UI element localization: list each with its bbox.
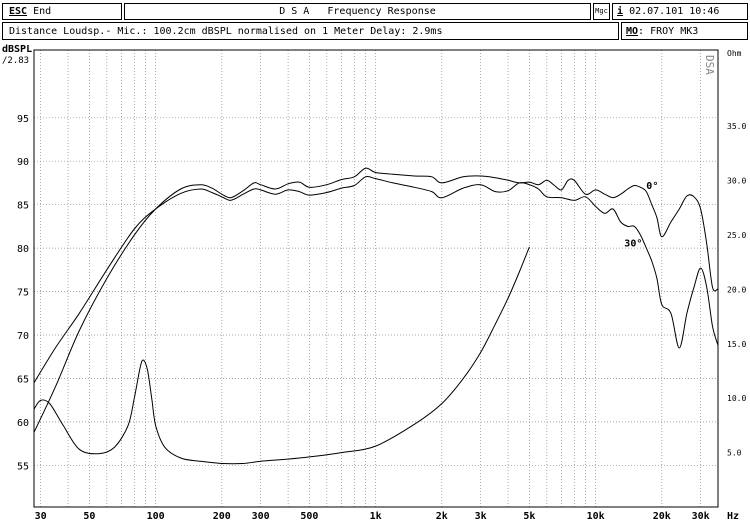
x-tick-label: 5k (523, 511, 535, 522)
y-tick-label: 60 (17, 418, 29, 429)
x-tick-label: 100 (147, 511, 165, 522)
x-tick-label: 2k (436, 511, 448, 522)
x-tick-label: 300 (252, 511, 270, 522)
curves (33, 167, 719, 465)
x-tick-label: 30k (692, 511, 710, 522)
y-axis-label: dBSPL (2, 44, 32, 55)
x-tick-label: 500 (300, 511, 318, 522)
axis-labels: dBSPL /2.83 Ohm Hz DSA 30 50 100 200 300 500 1… (2, 44, 746, 522)
y2-tick-label: 30.0 (727, 177, 746, 186)
watermark-text: DSA (703, 55, 716, 75)
y-tick-label: 95 (17, 114, 29, 125)
y2-tick-label: 15.0 (727, 340, 746, 349)
x-tick-label: 20k (653, 511, 671, 522)
page-title: D S A Frequency Response (279, 6, 436, 17)
end-label: End (33, 6, 52, 17)
y2-axis-label: Ohm (727, 49, 742, 58)
frequency-response-chart: dBSPL /2.83 Ohm Hz DSA 30 50 100 200 300 500 1… (2, 44, 746, 522)
measurement-info: Distance Loudsp.- Mic.: 100.2cm dBSPL no… (9, 26, 443, 37)
plot-frame (33, 49, 719, 508)
esc-end-box[interactable]: ESC End (2, 3, 122, 20)
y2-tick-label: 35.0 (727, 122, 746, 131)
curve-annotation: 0° (646, 181, 658, 192)
y-tick-label: 85 (17, 201, 29, 212)
y-tick-label: 70 (17, 331, 29, 342)
series-line-1 (33, 175, 719, 384)
model-box[interactable]: MO: FROY MK3 (621, 22, 748, 40)
curve-annotation: 30° (624, 238, 642, 249)
mgc-label: Mgc (595, 7, 608, 15)
y2-tick-label: 5.0 (727, 449, 742, 458)
title-box: D S A Frequency Response (124, 3, 591, 20)
series-line-2 (33, 246, 530, 465)
x-tick-label: 50 (83, 511, 95, 522)
y2-tick-label: 25.0 (727, 231, 746, 240)
esc-key: ESC (9, 6, 28, 17)
x-tick-label: 1k (370, 511, 382, 522)
info-datetime-box[interactable]: i 02.07.101 10:46 (612, 3, 748, 20)
y-offset-label: /2.83 (2, 56, 29, 66)
y2-tick-label: 10.0 (727, 394, 746, 403)
y-tick-label: 90 (17, 157, 29, 168)
mo-key: MO (626, 26, 639, 37)
x-tick-label: 3k (475, 511, 487, 522)
info-icon: i (617, 6, 624, 17)
y-tick-label: 65 (17, 374, 29, 385)
series-line-0 (33, 167, 719, 433)
x-axis-label: Hz (727, 511, 739, 522)
datetime: 02.07.101 10:46 (629, 6, 720, 17)
subtitle-box: Distance Loudsp.- Mic.: 100.2cm dBSPL no… (2, 22, 619, 40)
x-tick-label: 30 (35, 511, 47, 522)
y-tick-label: 75 (17, 288, 29, 299)
x-tick-label: 10k (587, 511, 605, 522)
grid (34, 50, 718, 507)
model-name: : FROY MK3 (638, 26, 699, 37)
y-tick-label: 80 (17, 244, 29, 255)
y-tick-label: 55 (17, 461, 29, 472)
mgc-box[interactable]: Mgc (593, 3, 610, 20)
x-tick-label: 200 (213, 511, 231, 522)
y2-tick-label: 20.0 (727, 285, 746, 294)
